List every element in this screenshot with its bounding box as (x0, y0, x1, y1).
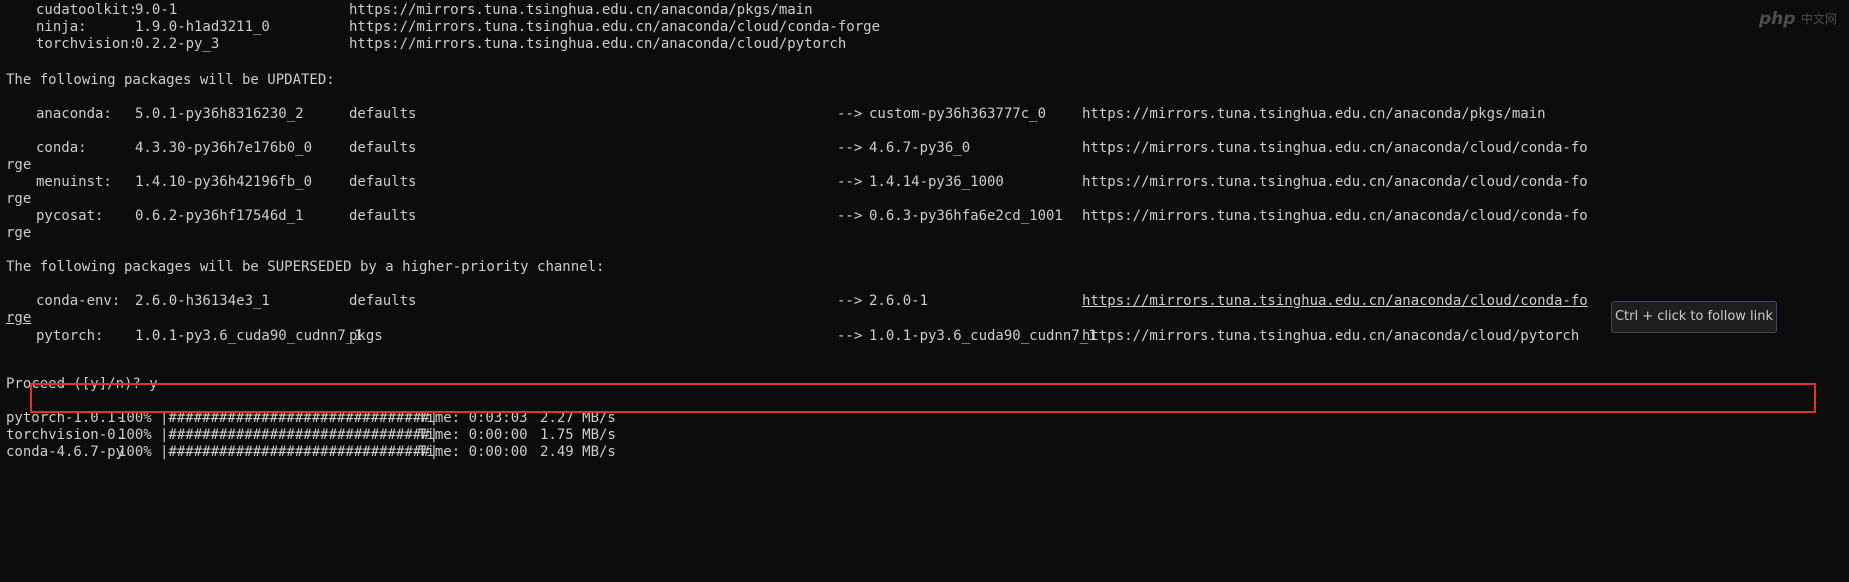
updated-header: The following packages will be UPDATED: (0, 70, 335, 90)
target-version: custom-py36h363777c_0 (869, 106, 1047, 122)
channel-link-wrap[interactable]: rge (6, 308, 31, 328)
source-channel: defaults (349, 208, 417, 224)
package-version: 0.2.2-py_3 (135, 36, 220, 52)
source-channel: pkgs (349, 328, 383, 344)
php-watermark-logo: php 中文网 (1759, 2, 1849, 36)
target-version: 0.6.3-py36hfa6e2cd_1001 (869, 208, 1063, 224)
target-version: 1.0.1-py3.6_cuda90_cudnn7_1 (869, 328, 1097, 344)
arrow: --> (837, 140, 863, 156)
section-header-text: The following packages will be UPDATED: (6, 72, 335, 88)
source-channel: defaults (349, 293, 417, 309)
package-version: 0.6.2-py36hf17546d_1 (135, 208, 304, 224)
arrow: --> (837, 208, 863, 224)
channel-link-wrap[interactable]: rge (6, 223, 31, 243)
updated-row: menuinst: 1.4.10-py36h42196fb_0 defaults… (0, 172, 1849, 192)
package-version: 5.0.1-py36h8316230_2 (135, 106, 304, 122)
arrow: --> (837, 174, 863, 190)
package-name: menuinst: (36, 174, 112, 190)
source-channel: defaults (349, 140, 417, 156)
channel-link[interactable]: https://mirrors.tuna.tsinghua.edu.cn/ana… (1082, 326, 1579, 346)
channel-link[interactable]: https://mirrors.tuna.tsinghua.edu.cn/ana… (1082, 172, 1588, 192)
download-speed: 2.49 MB/s (540, 444, 616, 460)
watermark-logo-text: php (1759, 9, 1796, 29)
package-name: conda-env: (36, 293, 121, 309)
download-percent: 100% (118, 444, 152, 460)
red-highlight-box (30, 383, 1816, 413)
package-name: conda: (36, 140, 87, 156)
download-name: conda-4.6.7-py (6, 444, 125, 460)
proceed-prompt: Proceed ([y]/n)? y (0, 374, 158, 394)
install-row: torchvision: 0.2.2-py_3 https://mirrors.… (0, 34, 846, 54)
channel-link[interactable]: https://mirrors.tuna.tsinghua.edu.cn/ana… (1082, 138, 1588, 158)
arrow: --> (837, 328, 863, 344)
target-version: 4.6.7-py36_0 (869, 140, 971, 156)
target-version: 1.4.14-py36_1000 (869, 174, 1004, 190)
terminal-output: cudatoolkit: 9.0-1 https://mirrors.tuna.… (0, 0, 1849, 546)
wrapped-line: rge (0, 308, 34, 328)
superseded-row: conda-env: 2.6.0-h36134e3_1 defaults -->… (0, 291, 1849, 311)
arrow: --> (837, 106, 863, 122)
section-header-text: The following packages will be SUPERSEDE… (6, 259, 605, 275)
package-version: 2.6.0-h36134e3_1 (135, 293, 270, 309)
package-version: 1.0.1-py3.6_cuda90_cudnn7_1 (135, 328, 363, 344)
download-row: conda-4.6.7-py 100% |###################… (0, 442, 616, 462)
source-channel: defaults (349, 106, 417, 122)
package-version: 1.4.10-py36h42196fb_0 (135, 174, 313, 190)
package-version: 4.3.30-py36h7e176b0_0 (135, 140, 313, 156)
package-name: pycosat: (36, 208, 104, 224)
channel-link[interactable]: https://mirrors.tuna.tsinghua.edu.cn/ana… (349, 34, 846, 54)
updated-row: anaconda: 5.0.1-py36h8316230_2 defaults … (0, 104, 1849, 124)
target-version: 2.6.0-1 (869, 293, 929, 309)
source-channel: defaults (349, 174, 417, 190)
arrow: --> (837, 293, 863, 309)
package-name: pytorch: (36, 328, 104, 344)
progress-bar: |###############################| (160, 444, 439, 460)
superseded-row-highlighted: pytorch: 1.0.1-py3.6_cuda90_cudnn7_1 pkg… (0, 326, 1849, 346)
channel-link[interactable]: https://mirrors.tuna.tsinghua.edu.cn/ana… (1082, 206, 1588, 226)
channel-link[interactable]: https://mirrors.tuna.tsinghua.edu.cn/ana… (1082, 104, 1546, 124)
wrapped-line: rge (0, 223, 34, 243)
download-time: Time: 0:00:00 (418, 444, 528, 460)
package-name: torchvision: (36, 36, 138, 52)
superseded-header: The following packages will be SUPERSEDE… (0, 257, 604, 277)
watermark-suffix-text: 中文网 (1801, 12, 1838, 26)
follow-link-tooltip: Ctrl + click to follow link (1611, 301, 1777, 333)
package-name: anaconda: (36, 106, 112, 122)
updated-row: pycosat: 0.6.2-py36hf17546d_1 defaults -… (0, 206, 1849, 226)
updated-row: conda: 4.3.30-py36h7e176b0_0 defaults --… (0, 138, 1849, 158)
channel-link-hovered[interactable]: https://mirrors.tuna.tsinghua.edu.cn/ana… (1082, 291, 1588, 311)
